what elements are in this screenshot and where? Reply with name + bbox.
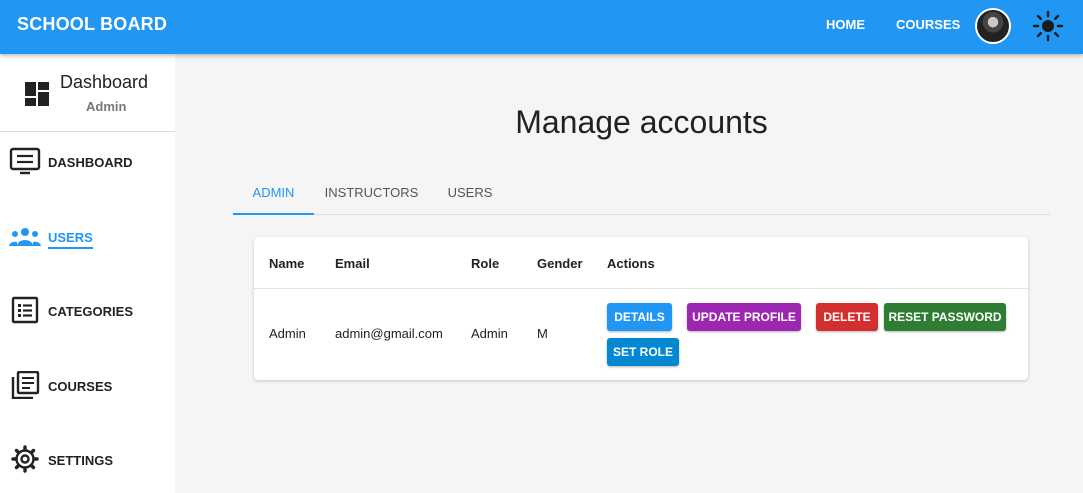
sun-icon[interactable] — [1032, 10, 1064, 42]
cell-name: Admin — [269, 326, 306, 341]
reset-password-button[interactable]: RESET PASSWORD — [884, 303, 1006, 331]
monitor-list-icon — [9, 147, 41, 175]
main-content: Manage accounts ADMIN INSTRUCTORS USERS … — [190, 54, 1083, 493]
sidebar-title: Dashboard — [60, 72, 149, 92]
delete-button[interactable]: DELETE — [816, 303, 878, 331]
app-bar: SCHOOL BOARD HOME COURSES — [0, 0, 1083, 54]
tab-users[interactable]: USERS — [429, 171, 511, 215]
brand-title[interactable]: SCHOOL BOARD — [17, 14, 167, 35]
user-avatar[interactable] — [975, 8, 1011, 44]
column-header-gender: Gender — [537, 256, 583, 271]
column-header-actions: Actions — [607, 256, 655, 271]
accounts-table: Name Email Role Gender Actions Admin adm… — [254, 237, 1028, 380]
sidebar-item-courses[interactable]: COURSES — [0, 365, 175, 405]
sidebar: Dashboard Admin DASHBOARD USERS CATEGORI… — [0, 54, 175, 493]
users-group-icon — [9, 228, 41, 246]
sidebar-item-label: CATEGORIES — [48, 304, 133, 319]
library-books-icon — [11, 371, 40, 399]
sidebar-item-label: SETTINGS — [48, 453, 114, 468]
column-header-email: Email — [335, 256, 370, 271]
column-header-name: Name — [269, 256, 305, 271]
list-icon — [11, 296, 39, 324]
set-role-button[interactable]: SET ROLE — [607, 338, 679, 366]
sidebar-subtitle: Admin — [86, 99, 127, 114]
tab-instructors[interactable]: INSTRUCTORS — [314, 171, 429, 215]
cell-email: admin@gmail.com — [335, 326, 443, 341]
details-button[interactable]: DETAILS — [607, 303, 672, 331]
tab-admin[interactable]: ADMIN — [233, 171, 314, 215]
sidebar-item-label: USERS — [48, 230, 93, 249]
sidebar-item-label: DASHBOARD — [48, 155, 133, 170]
gear-icon — [11, 445, 39, 473]
header-divider — [254, 288, 1028, 289]
page-title: Manage accounts — [515, 104, 768, 140]
update-profile-button[interactable]: UPDATE PROFILE — [687, 303, 801, 331]
column-header-role: Role — [471, 256, 500, 271]
dashboard-icon — [25, 82, 49, 106]
nav-courses-link[interactable]: COURSES — [896, 17, 960, 32]
account-tabs: ADMIN INSTRUCTORS USERS — [233, 171, 1050, 215]
sidebar-item-categories[interactable]: CATEGORIES — [0, 290, 175, 330]
nav-home-link[interactable]: HOME — [826, 17, 865, 32]
cell-role: Admin — [471, 326, 508, 341]
sidebar-item-label: COURSES — [48, 379, 113, 394]
sidebar-item-dashboard[interactable]: DASHBOARD — [0, 141, 175, 181]
cell-gender: M — [537, 326, 548, 341]
sidebar-item-settings[interactable]: SETTINGS — [0, 439, 175, 479]
sidebar-item-users[interactable]: USERS — [0, 216, 175, 256]
sidebar-header: Dashboard Admin — [0, 54, 175, 132]
